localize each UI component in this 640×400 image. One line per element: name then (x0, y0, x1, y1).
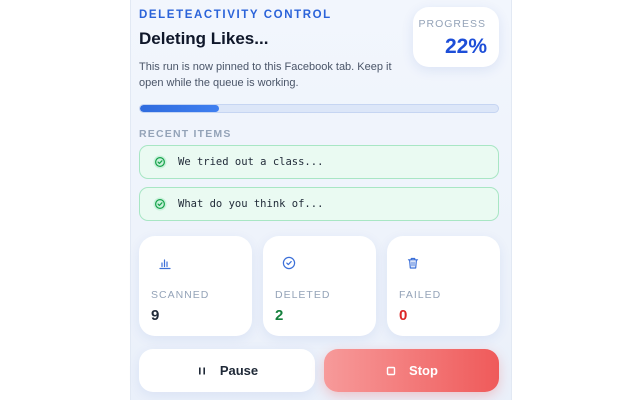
pause-icon (198, 367, 205, 374)
progress-label: PROGRESS (418, 18, 486, 30)
list-item-text: What do you think of... (178, 198, 324, 210)
page-title: Deleting Likes... (139, 29, 269, 48)
list-item-text: We tried out a class... (178, 156, 324, 168)
pause-button[interactable]: Pause (139, 349, 315, 392)
activity-control-panel: DELETEACTIVITY CONTROL Deleting Likes...… (130, 0, 512, 400)
progress-bar-fill (140, 105, 219, 112)
bar-chart-icon (159, 259, 171, 270)
stat-label: SCANNED (151, 289, 210, 301)
stat-value-failed: 0 (399, 307, 408, 324)
stop-button-label: Stop (409, 363, 438, 378)
recent-items-heading: RECENT ITEMS (139, 128, 232, 140)
stats-row: SCANNED 9 DELETED 2 FAILED 0 (139, 236, 500, 336)
progress-bar (139, 104, 499, 113)
trash-icon (407, 257, 419, 269)
stat-card-deleted: DELETED 2 (263, 236, 376, 336)
check-circle-icon (153, 197, 167, 211)
recent-items-list: We tried out a class... What do you thin… (139, 145, 499, 229)
brand-label: DELETEACTIVITY CONTROL (139, 9, 332, 21)
pause-button-label: Pause (219, 363, 259, 378)
stop-button[interactable]: Stop (324, 349, 499, 392)
stat-label: DELETED (275, 289, 331, 301)
progress-card: PROGRESS 22% (413, 7, 499, 67)
stat-value-scanned: 9 (151, 307, 160, 324)
stat-label: FAILED (399, 289, 442, 301)
stat-card-failed: FAILED 0 (387, 236, 500, 336)
list-item: We tried out a class... (139, 145, 499, 179)
stat-value-deleted: 2 (275, 307, 284, 324)
list-item: What do you think of... (139, 187, 499, 221)
check-circle-icon (282, 256, 296, 270)
progress-value: 22% (444, 35, 487, 58)
stop-icon (386, 366, 396, 375)
check-circle-icon (153, 155, 167, 169)
status-description: This run is now pinned to this Facebook … (139, 61, 392, 89)
stat-card-scanned: SCANNED 9 (139, 236, 252, 336)
